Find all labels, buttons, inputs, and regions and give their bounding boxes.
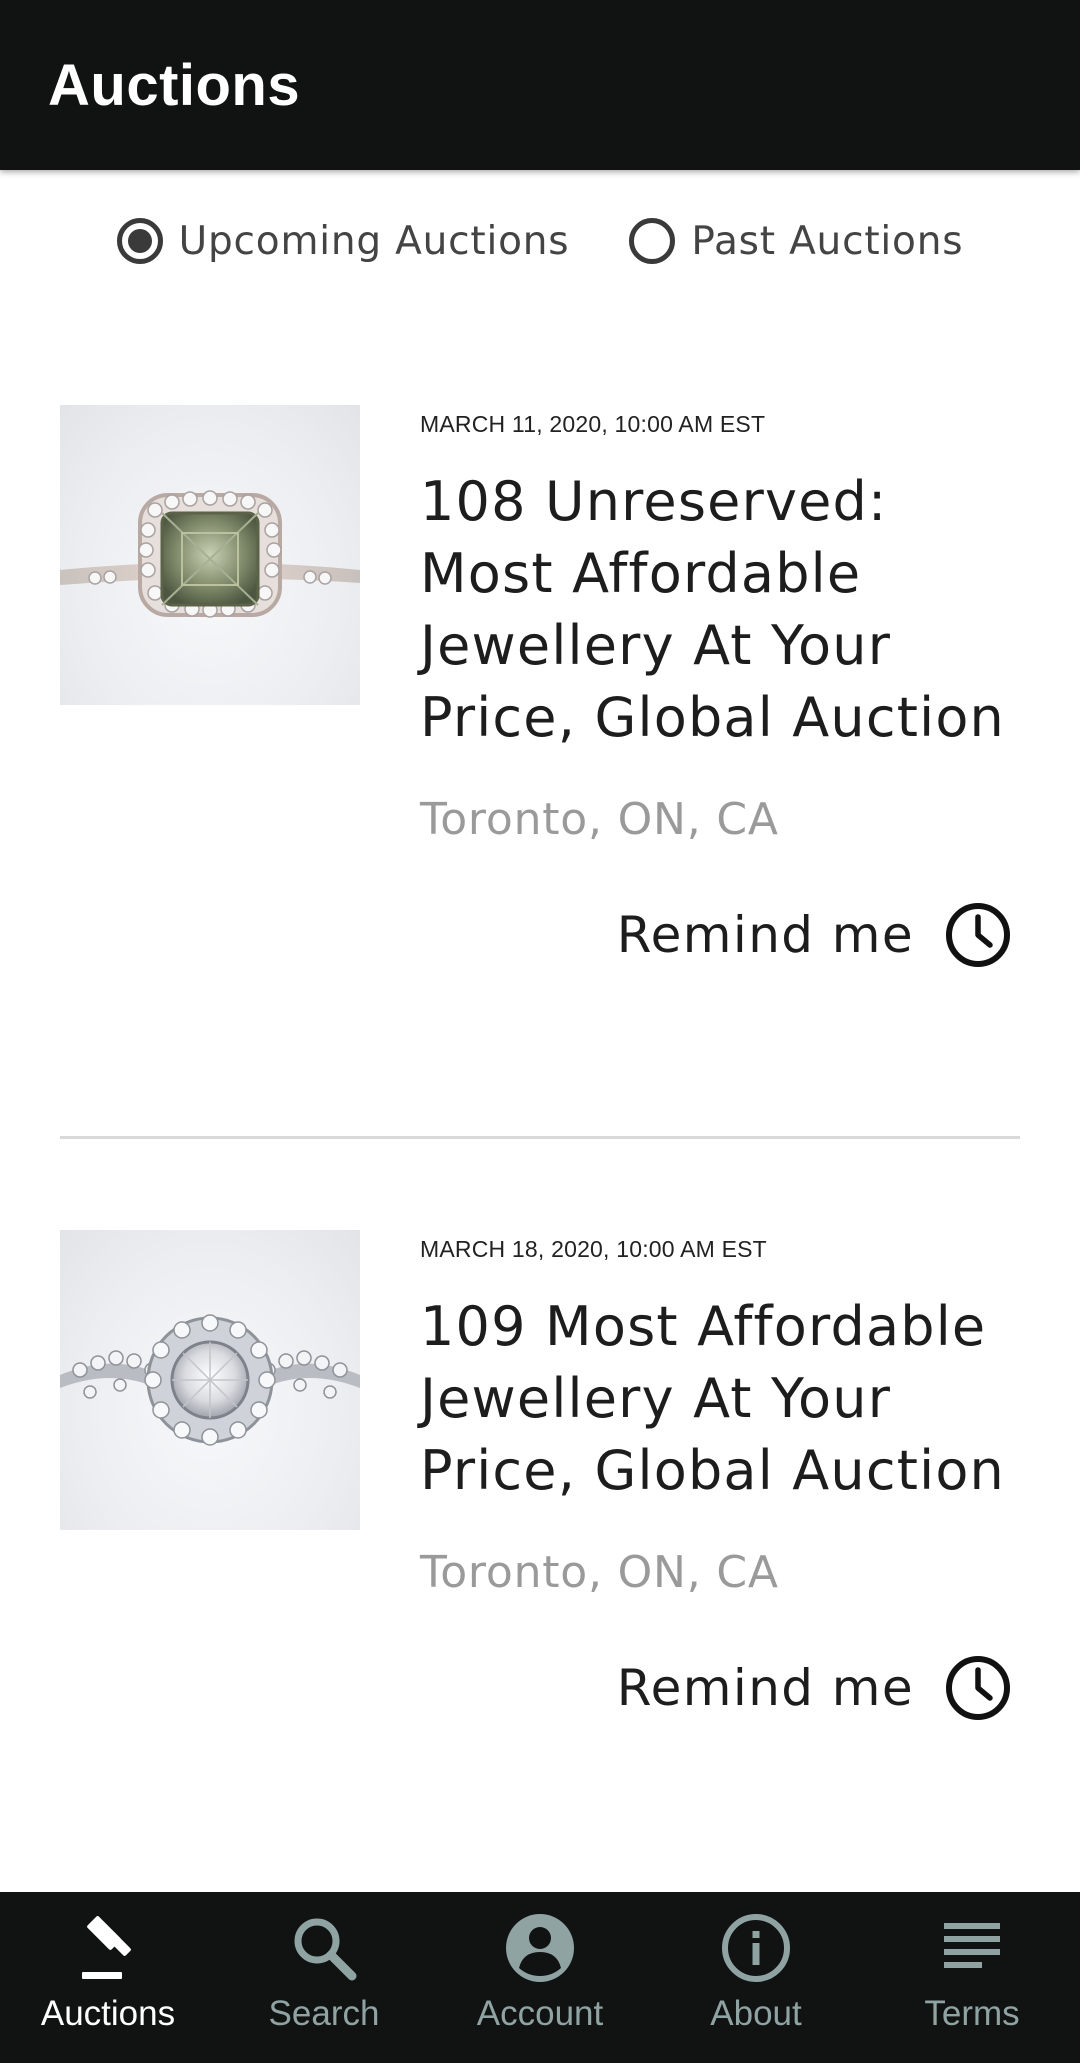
auction-filter: Upcoming Auctions Past Auctions — [0, 208, 1080, 274]
auction-location: Toronto, ON, CA — [420, 1547, 779, 1598]
nav-about-label: About — [710, 1994, 802, 2033]
nav-about[interactable]: About — [648, 1892, 864, 2063]
nav-search-label: Search — [268, 1994, 380, 2033]
app-bar: Auctions — [0, 0, 1080, 170]
radio-dot — [127, 229, 152, 253]
remind-me-label: Remind me — [616, 1659, 914, 1717]
radio-selected-icon — [116, 218, 163, 264]
nav-account-label: Account — [476, 1994, 604, 2033]
search-icon — [294, 1918, 357, 1981]
nav-auctions-label: Auctions — [40, 1994, 176, 2033]
radio-upcoming-label: Upcoming Auctions — [178, 218, 570, 264]
nav-terms[interactable]: Terms — [864, 1892, 1080, 2063]
account-icon — [506, 1914, 574, 1982]
remind-me-label: Remind me — [616, 906, 914, 964]
auction-info: MARCH 11, 2020, 10:00 AM EST 108 Unreser… — [420, 405, 1030, 969]
auction-title[interactable]: 108 Unreserved: Most Affordable Jeweller… — [420, 466, 1030, 754]
auction-location: Toronto, ON, CA — [420, 794, 779, 845]
bottom-navigation: Auctions Search Account About Terms — [0, 1892, 1080, 2063]
diamond-halo-ring-icon — [60, 1314, 360, 1446]
radio-unselected-icon — [629, 218, 676, 264]
gavel-icon — [82, 1916, 131, 1979]
nav-auctions[interactable]: Auctions — [0, 1892, 216, 2063]
remind-me-button[interactable]: Remind me — [420, 1654, 1030, 1722]
clock-icon — [946, 903, 1010, 967]
auction-date: MARCH 11, 2020, 10:00 AM EST — [420, 411, 766, 437]
auction-date: MARCH 18, 2020, 10:00 AM EST — [420, 1236, 767, 1262]
radio-past-label: Past Auctions — [691, 218, 964, 264]
auction-info: MARCH 18, 2020, 10:00 AM EST 109 Most Af… — [420, 1230, 1030, 1722]
terms-icon — [944, 1923, 1000, 1968]
auction-thumbnail[interactable] — [60, 1230, 360, 1530]
list-divider — [60, 1136, 1020, 1139]
clock-icon — [946, 1656, 1010, 1720]
auction-thumbnail[interactable] — [60, 405, 360, 705]
nav-account[interactable]: Account — [432, 1892, 648, 2063]
app-root: Auctions Upcoming Auctions Past Auctions — [0, 0, 1080, 2063]
remind-me-button[interactable]: Remind me — [420, 901, 1030, 969]
radio-upcoming-auctions[interactable]: Upcoming Auctions — [116, 218, 570, 264]
green-gem-ring-icon — [60, 490, 360, 618]
info-icon — [722, 1914, 790, 1982]
nav-terms-label: Terms — [924, 1994, 1020, 2033]
nav-search[interactable]: Search — [216, 1892, 432, 2063]
page-title: Auctions — [48, 52, 301, 118]
auction-title[interactable]: 109 Most Affordable Jewellery At Your Pr… — [420, 1291, 1030, 1507]
radio-past-auctions[interactable]: Past Auctions — [629, 218, 963, 264]
